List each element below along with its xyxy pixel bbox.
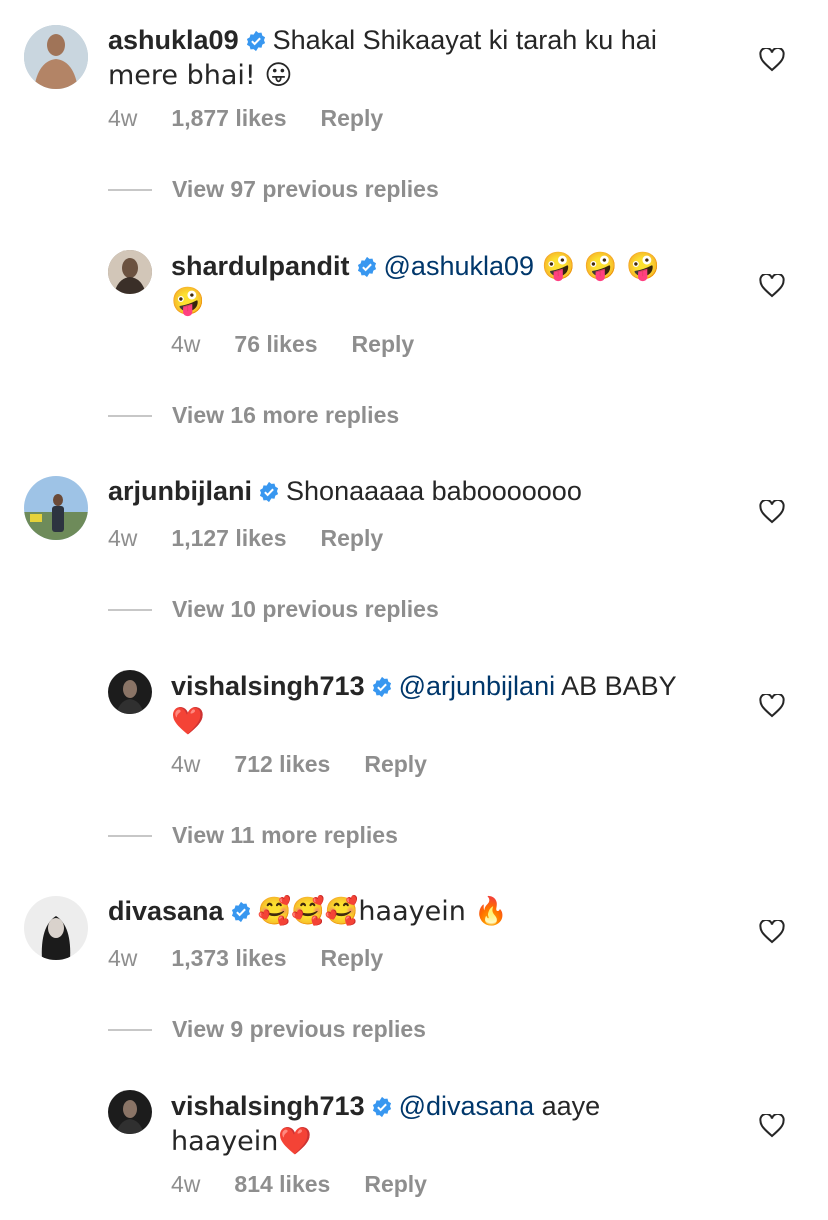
comment-time[interactable]: 4w [171,1170,200,1198]
reply-button[interactable]: Reply [321,104,384,132]
comment-body-line2: mere bhai! 😛 [108,60,293,91]
comment-time[interactable]: 4w [171,330,200,358]
comment-meta: 4w 76 likes Reply [171,330,414,358]
comment-text: divasana 🥰🥰🥰haayein 🔥 [108,895,728,930]
avatar-photo-icon [24,25,88,89]
verified-badge-icon [371,673,393,705]
avatar-photo-icon [108,670,152,714]
comment-meta: 4w 712 likes Reply [171,750,427,778]
likes-count[interactable]: 1,877 likes [171,104,286,132]
verified-badge-icon [356,253,378,285]
likes-count[interactable]: 1,127 likes [171,524,286,552]
comment-meta: 4w 1,373 likes Reply [108,944,383,972]
reply-button[interactable]: Reply [352,330,415,358]
avatar-photo-icon [108,250,152,294]
divider [108,188,152,191]
comment-body: Shakal Shikaayat ki tarah ku hai [272,25,657,55]
comment-username[interactable]: arjunbijlani [108,476,252,506]
heart-outline-icon[interactable] [759,918,785,949]
reply-text: vishalsingh713 @arjunbijlani AB BABY ❤️ [171,670,731,738]
avatar[interactable] [108,1090,152,1134]
avatar[interactable] [24,476,88,540]
comment-body: 🥰🥰🥰haayein 🔥 [257,896,509,927]
avatar[interactable] [108,250,152,294]
divider [108,414,152,417]
view-replies-link[interactable]: View 11 more replies [108,822,398,849]
heart-outline-icon[interactable] [759,1112,785,1143]
avatar-photo-icon [24,476,88,540]
heart-outline-icon[interactable] [759,692,785,723]
comment-meta: 4w 1,877 likes Reply [108,104,383,132]
likes-count[interactable]: 712 likes [234,750,330,778]
comment-username[interactable]: vishalsingh713 [171,1091,365,1121]
view-replies-label[interactable]: View 16 more replies [172,402,399,429]
divider [108,834,152,837]
comment-meta: 4w 1,127 likes Reply [108,524,383,552]
comment-body: Shonaaaaa babooooooo [286,476,582,506]
comment-time[interactable]: 4w [108,524,137,552]
view-replies-link[interactable]: View 97 previous replies [108,176,439,203]
verified-badge-icon [371,1093,393,1125]
reply-button[interactable]: Reply [321,524,384,552]
comment-time[interactable]: 4w [108,944,137,972]
comment-text: ashukla09 Shakal Shikaayat ki tarah ku ha… [108,24,728,92]
comment-username[interactable]: ashukla09 [108,25,239,55]
comment-body: aaye [541,1091,601,1121]
likes-count[interactable]: 76 likes [234,330,317,358]
view-replies-label[interactable]: View 97 previous replies [172,176,439,203]
heart-outline-icon[interactable] [759,498,785,529]
comment-meta: 4w 814 likes Reply [171,1170,427,1198]
comment-time[interactable]: 4w [108,104,137,132]
comment-body: 🤪 🤪 🤪 [541,251,660,282]
view-replies-link[interactable]: View 16 more replies [108,402,399,429]
view-replies-link[interactable]: View 10 previous replies [108,596,439,623]
mention-link[interactable]: @arjunbijlani [399,671,556,701]
comment-username[interactable]: divasana [108,896,224,926]
mention-link[interactable]: @ashukla09 [384,251,535,281]
reply-button[interactable]: Reply [321,944,384,972]
comment-body-line2: ❤️ [171,706,205,737]
comment-body-line2: 🤪 [171,286,205,317]
comment-time[interactable]: 4w [171,750,200,778]
reply-text: shardulpandit @ashukla09 🤪 🤪 🤪 🤪 [171,250,731,318]
likes-count[interactable]: 814 likes [234,1170,330,1198]
likes-count[interactable]: 1,373 likes [171,944,286,972]
avatar-photo-icon [108,1090,152,1134]
comment-body-line2: haayein❤️ [171,1126,313,1157]
avatar[interactable] [108,670,152,714]
heart-outline-icon[interactable] [759,46,785,77]
verified-badge-icon [245,27,267,59]
heart-outline-icon[interactable] [759,272,785,303]
divider [108,1028,152,1031]
comment-body: AB BABY [561,671,677,701]
mention-link[interactable]: @divasana [399,1091,535,1121]
avatar[interactable] [24,896,88,960]
view-replies-label[interactable]: View 10 previous replies [172,596,439,623]
view-replies-label[interactable]: View 11 more replies [172,822,398,849]
reply-text: vishalsingh713 @divasana aaye haayein❤️ [171,1090,731,1158]
reply-button[interactable]: Reply [364,1170,427,1198]
comment-text: arjunbijlani Shonaaaaa babooooooo [108,475,728,510]
comment-username[interactable]: shardulpandit [171,251,350,281]
verified-badge-icon [230,898,252,930]
divider [108,608,152,611]
view-replies-link[interactable]: View 9 previous replies [108,1016,426,1043]
avatar[interactable] [24,25,88,89]
avatar-photo-icon [24,896,88,960]
comment-username[interactable]: vishalsingh713 [171,671,365,701]
reply-button[interactable]: Reply [364,750,427,778]
verified-badge-icon [258,478,280,510]
view-replies-label[interactable]: View 9 previous replies [172,1016,426,1043]
